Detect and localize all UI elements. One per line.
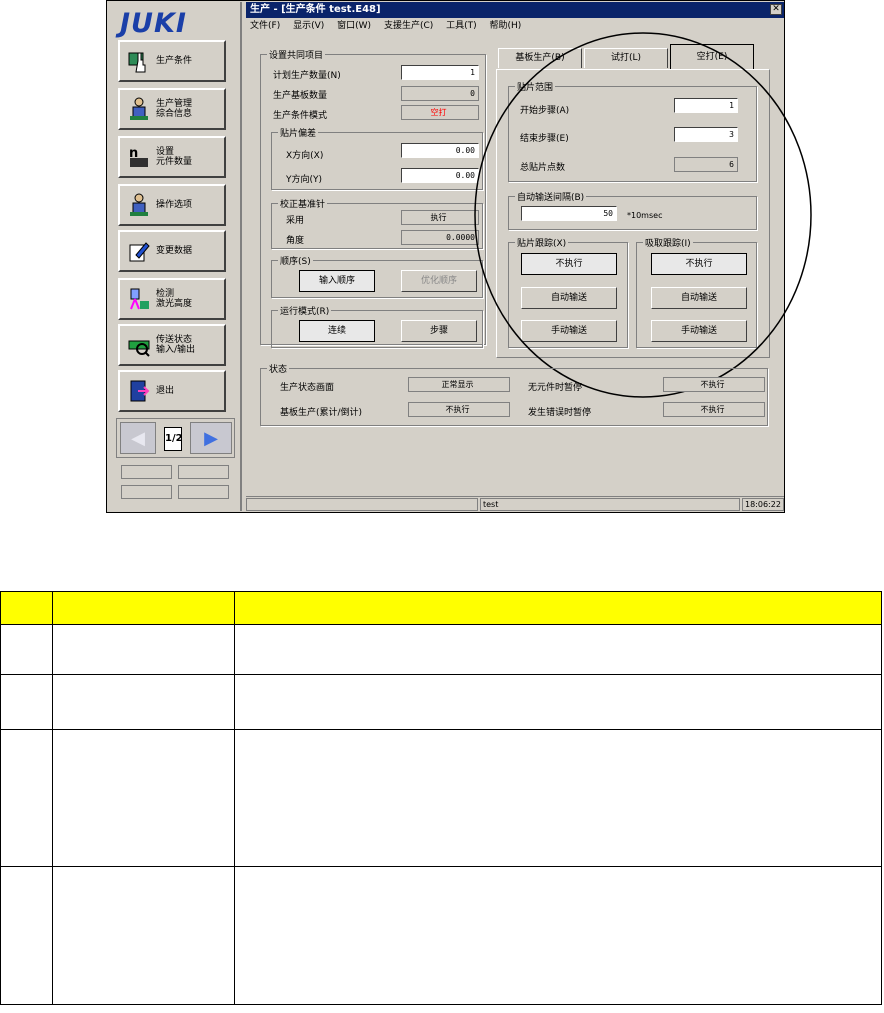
status-cell-empty [246,498,478,511]
mode-label: 生产条件模式 [273,111,328,121]
status-bar: test 18:06:22 [246,496,784,511]
blank-slot[interactable] [178,485,229,499]
previous-page-button[interactable]: ◀ [120,422,156,454]
laser-height-button[interactable]: 检测 激光高度 [118,278,226,320]
no-part-pause-value: 不执行 [663,377,765,392]
menu-view[interactable]: 显示(V) [293,21,324,31]
status-time: 18:06:22 [742,498,784,511]
close-button[interactable]: ✕ [770,4,782,15]
description-table [0,591,882,1005]
optimize-order-button[interactable]: 优化顺序 [401,270,477,292]
production-management-button[interactable]: 生产管理 综合信息 [118,88,226,130]
x-offset-label: X方向(X) [286,151,324,161]
x-offset-input[interactable]: 0.00 [401,143,479,158]
conveyor-icon [128,333,150,357]
table-row [0,729,882,867]
menu-window[interactable]: 窗口(W) [337,21,371,31]
laser-icon [128,287,150,311]
board-count-label: 基板生产(累计/倒计) [280,408,363,418]
y-offset-label: Y方向(Y) [286,175,323,185]
exit-button[interactable]: 退出 [118,370,226,412]
menu-production-support[interactable]: 支援生产(C) [384,21,433,31]
operator-icon [128,97,150,121]
set-parts-count-button[interactable]: n 设置 元件数量 [118,136,226,178]
page-indicator: 1/2 [164,427,183,451]
next-page-button[interactable]: ▶ [190,422,232,454]
change-data-button[interactable]: 变更数据 [118,230,226,272]
continuous-button[interactable]: 连续 [299,320,375,342]
window-title: 生产 - [生产条件 test.E48] [246,2,784,18]
close-icon: ✕ [772,4,780,14]
blank-slot[interactable] [121,465,172,479]
table-row [0,624,882,675]
counter-icon: n [128,145,150,169]
table-row [0,674,882,730]
no-part-pause-label: 无元件时暂停 [528,383,583,393]
board-qty-label: 生产基板数量 [273,91,328,101]
fiducial-use-label: 采用 [286,216,305,226]
status-text: test [480,498,740,511]
blank-slot[interactable] [121,485,172,499]
angle-label: 角度 [286,236,305,246]
operation-options-button[interactable]: 操作选项 [118,184,226,226]
juki-logo: JUKI [120,8,187,39]
board-qty-value: 0 [401,86,479,101]
blank-slot[interactable] [178,465,229,479]
step-button[interactable]: 步骤 [401,320,477,342]
exit-door-icon [128,379,150,403]
production-conditions-button[interactable]: 生产条件 [118,40,226,82]
page-navigator: ◀ 1/2 ▶ [116,418,235,458]
input-order-button[interactable]: 输入顺序 [299,270,375,292]
mode-value: 空打 [401,105,479,120]
error-pause-value: 不执行 [663,402,765,417]
arrow-left-icon: ◀ [131,427,145,449]
error-pause-label: 发生错误时暂停 [528,408,592,418]
operator-icon [128,193,150,217]
screen-status-label: 生产状态画面 [280,383,335,393]
table-header-row [0,591,882,625]
arrow-right-icon: ▶ [204,427,218,449]
conveyor-io-button[interactable]: 传送状态 输入/输出 [118,324,226,366]
y-offset-input[interactable]: 0.00 [401,168,479,183]
hand-cursor-icon [128,49,150,73]
board-count-value: 不执行 [408,402,510,417]
plan-qty-label: 计划生产数量(N) [273,71,341,81]
plan-qty-input[interactable]: 1 [401,65,479,80]
highlight-ellipse [474,32,812,398]
screen-status-value: 正常显示 [408,377,510,392]
menu-file[interactable]: 文件(F) [250,21,280,31]
angle-value: 0.0000 [401,230,479,245]
edit-pencil-icon [128,239,150,263]
table-row [0,866,882,1005]
fiducial-use-value: 执行 [401,210,479,225]
